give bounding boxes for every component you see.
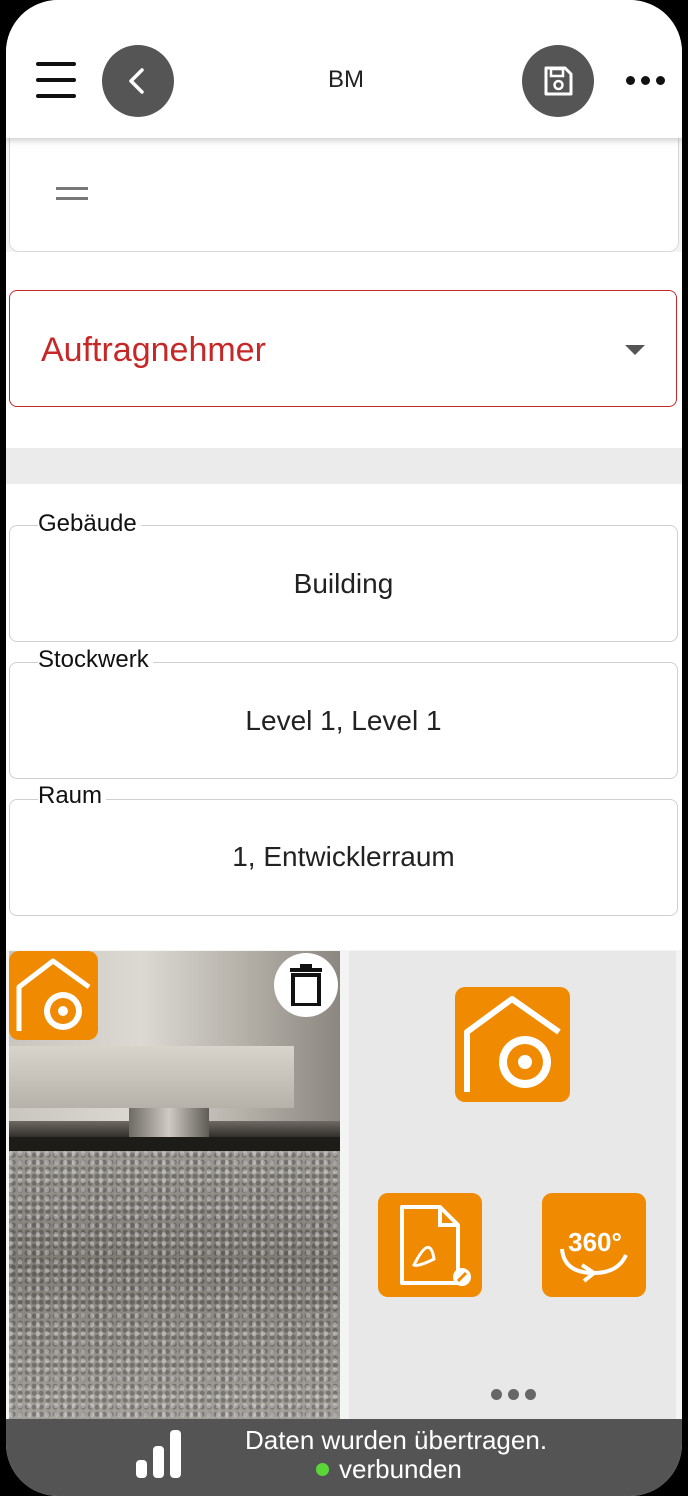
page-title: BM xyxy=(328,66,364,93)
sync-status-text: Daten wurden übertragen. xyxy=(244,1425,548,1455)
svg-text:360°: 360° xyxy=(568,1227,622,1257)
house-camera-icon xyxy=(9,951,98,1040)
hamburger-menu-icon[interactable] xyxy=(36,62,76,100)
trash-icon xyxy=(290,964,322,1006)
room-value: 1, Entwicklerraum xyxy=(232,841,455,872)
delete-photo-button[interactable] xyxy=(274,953,338,1017)
connection-status: verbunden xyxy=(316,1454,462,1485)
save-button[interactable] xyxy=(522,45,594,117)
room-field[interactable]: 1, Entwicklerraum xyxy=(9,799,678,916)
signal-bars-icon xyxy=(136,1430,182,1478)
drag-handle-icon[interactable] xyxy=(56,187,88,207)
connection-status-text: verbunden xyxy=(339,1454,462,1484)
back-button[interactable] xyxy=(102,45,174,117)
more-actions-icon[interactable] xyxy=(491,1389,536,1400)
connected-dot-icon xyxy=(316,1463,329,1476)
dropdown-label: Auftragnehmer xyxy=(41,331,266,369)
level-field[interactable]: Level 1, Level 1 xyxy=(9,662,678,779)
level-value: Level 1, Level 1 xyxy=(245,705,442,736)
building-field[interactable]: Building xyxy=(9,525,678,642)
export-pdf-button[interactable] xyxy=(378,1193,482,1297)
floppy-disk-icon xyxy=(544,66,573,96)
dropdown-arrow-icon xyxy=(625,345,645,355)
building-value: Building xyxy=(293,568,394,599)
house-camera-icon xyxy=(464,996,561,1092)
take-photo-button[interactable] xyxy=(455,987,570,1102)
panorama-360-button[interactable]: 360° xyxy=(542,1193,646,1297)
more-options-icon[interactable] xyxy=(626,76,665,85)
360-view-icon: 360° xyxy=(560,1227,628,1283)
section-divider xyxy=(6,448,682,484)
chevron-left-icon xyxy=(129,68,144,94)
level-label: Stockwerk xyxy=(38,646,153,674)
contractor-dropdown[interactable]: Auftragnehmer xyxy=(9,290,677,407)
pdf-export-icon xyxy=(400,1205,471,1286)
building-label: Gebäude xyxy=(38,510,141,538)
room-label: Raum xyxy=(38,782,107,810)
top-app-bar: BM xyxy=(6,0,682,138)
app-screen: BM Auftragnehmer Building Gebäude Level … xyxy=(6,0,682,1496)
